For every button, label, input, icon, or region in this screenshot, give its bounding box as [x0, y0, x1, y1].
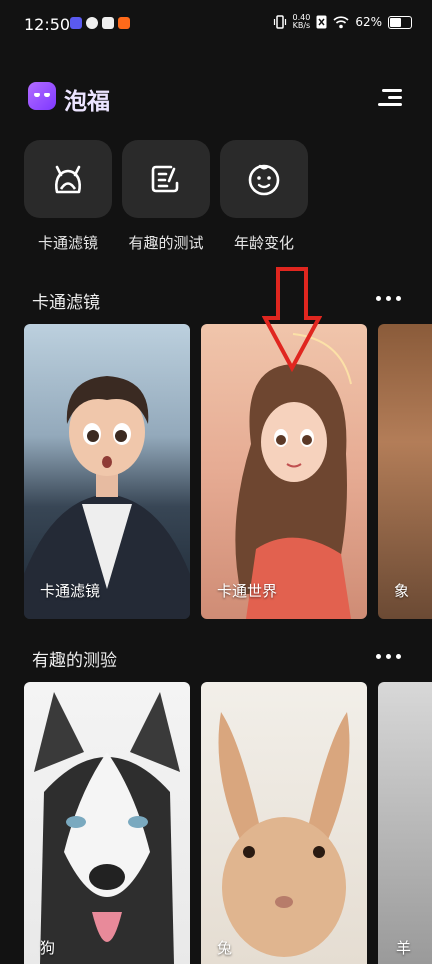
vibrate-icon [273, 15, 286, 29]
network-speed: 0.40 KB/s [293, 14, 311, 30]
quick-action-tile[interactable] [220, 140, 308, 218]
card-partial[interactable]: 象 [378, 324, 432, 619]
card-rabbit[interactable]: 兔 [201, 682, 367, 964]
sim-off-icon [316, 15, 327, 29]
app-notification-icon [118, 17, 130, 29]
card-partial[interactable]: 羊 [378, 682, 432, 964]
battery-percent: 62% [355, 15, 382, 29]
quick-action-tile[interactable] [24, 140, 112, 218]
card-label: 象 [394, 582, 410, 600]
husky-dog-image [34, 692, 180, 964]
quick-action-label: 卡通滤镜 [37, 234, 98, 252]
cartoon-face-icon [55, 165, 81, 194]
more-options-icon[interactable] [376, 296, 402, 302]
card-cartoon-filter[interactable]: 卡通滤镜 [24, 324, 190, 619]
media-notification-icon [70, 17, 82, 29]
wifi-icon [333, 15, 349, 28]
baby-face-icon [248, 164, 280, 196]
cartoon-boy-image [24, 376, 190, 619]
brand-name: 泡福 [64, 89, 110, 115]
network-speed-unit: KB/s [292, 21, 311, 30]
status-time: 12:50 [24, 15, 71, 34]
mail-notification-icon [102, 17, 114, 29]
red-arrow-annotation [262, 267, 322, 372]
menu-icon[interactable] [378, 88, 402, 106]
quick-action-cartoon-filter[interactable]: 卡通滤镜 [24, 140, 112, 253]
status-right: 0.40 KB/s 62% [273, 14, 412, 30]
app-header: 泡福 [0, 74, 432, 118]
card-label: 卡通滤镜 [40, 582, 101, 600]
section-title-fun-quiz: 有趣的测验 [32, 651, 117, 671]
notification-icons [70, 17, 130, 29]
card-label: 羊 [396, 939, 412, 957]
card-dog[interactable]: 狗 [24, 682, 190, 964]
quick-action-fun-test[interactable]: 有趣的测试 [122, 140, 210, 253]
ghost-face-icon [28, 82, 56, 110]
more-options-icon[interactable] [376, 654, 402, 660]
battery-icon [388, 15, 412, 29]
app-notification-icon [86, 17, 98, 29]
card-label: 卡通世界 [217, 582, 278, 600]
quick-action-label: 年龄变化 [233, 234, 294, 252]
status-bar: 12:50 0.40 KB/s 62% [0, 0, 432, 52]
quick-action-tile[interactable] [122, 140, 210, 218]
quick-action-label: 有趣的测试 [128, 234, 204, 252]
card-label: 兔 [217, 939, 233, 957]
section-title-cartoon-filter: 卡通滤镜 [32, 293, 100, 313]
card-label: 狗 [40, 939, 56, 957]
edit-icon [151, 165, 179, 193]
rabbit-image [218, 712, 350, 957]
quick-action-age-change[interactable]: 年龄变化 [220, 140, 308, 253]
